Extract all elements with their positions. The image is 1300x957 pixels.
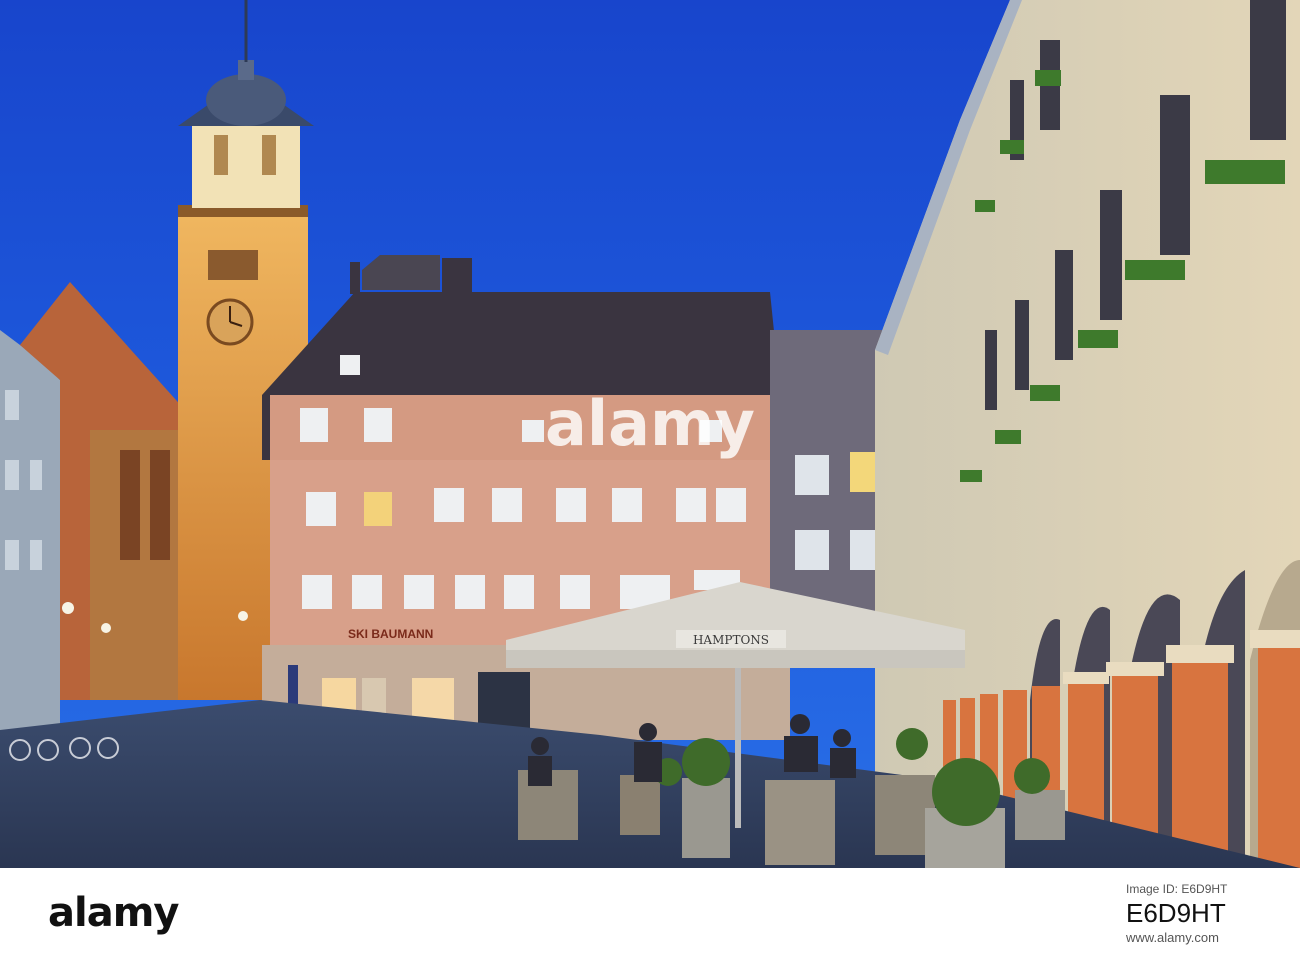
footer-logo: alamy [48, 890, 179, 936]
street-lamp [101, 623, 111, 633]
street-lamp [238, 611, 248, 621]
stock-footer: alamy Image ID: E6D9HT E6D9HT www.alamy.… [0, 868, 1300, 957]
image-id-label: Image ID: E6D9HT [1126, 882, 1228, 896]
image-id: E6D9HT [1126, 898, 1226, 928]
shop-sign: SKI BAUMANN [348, 627, 433, 641]
footer-url: www.alamy.com [1126, 930, 1219, 945]
photo-watermark: alamy [545, 387, 755, 460]
photo: SKI BAUMANN HAMPTONS alamy [0, 0, 1300, 868]
street-lamp [62, 602, 74, 614]
umbrella-sign: HAMPTONS [693, 633, 769, 647]
